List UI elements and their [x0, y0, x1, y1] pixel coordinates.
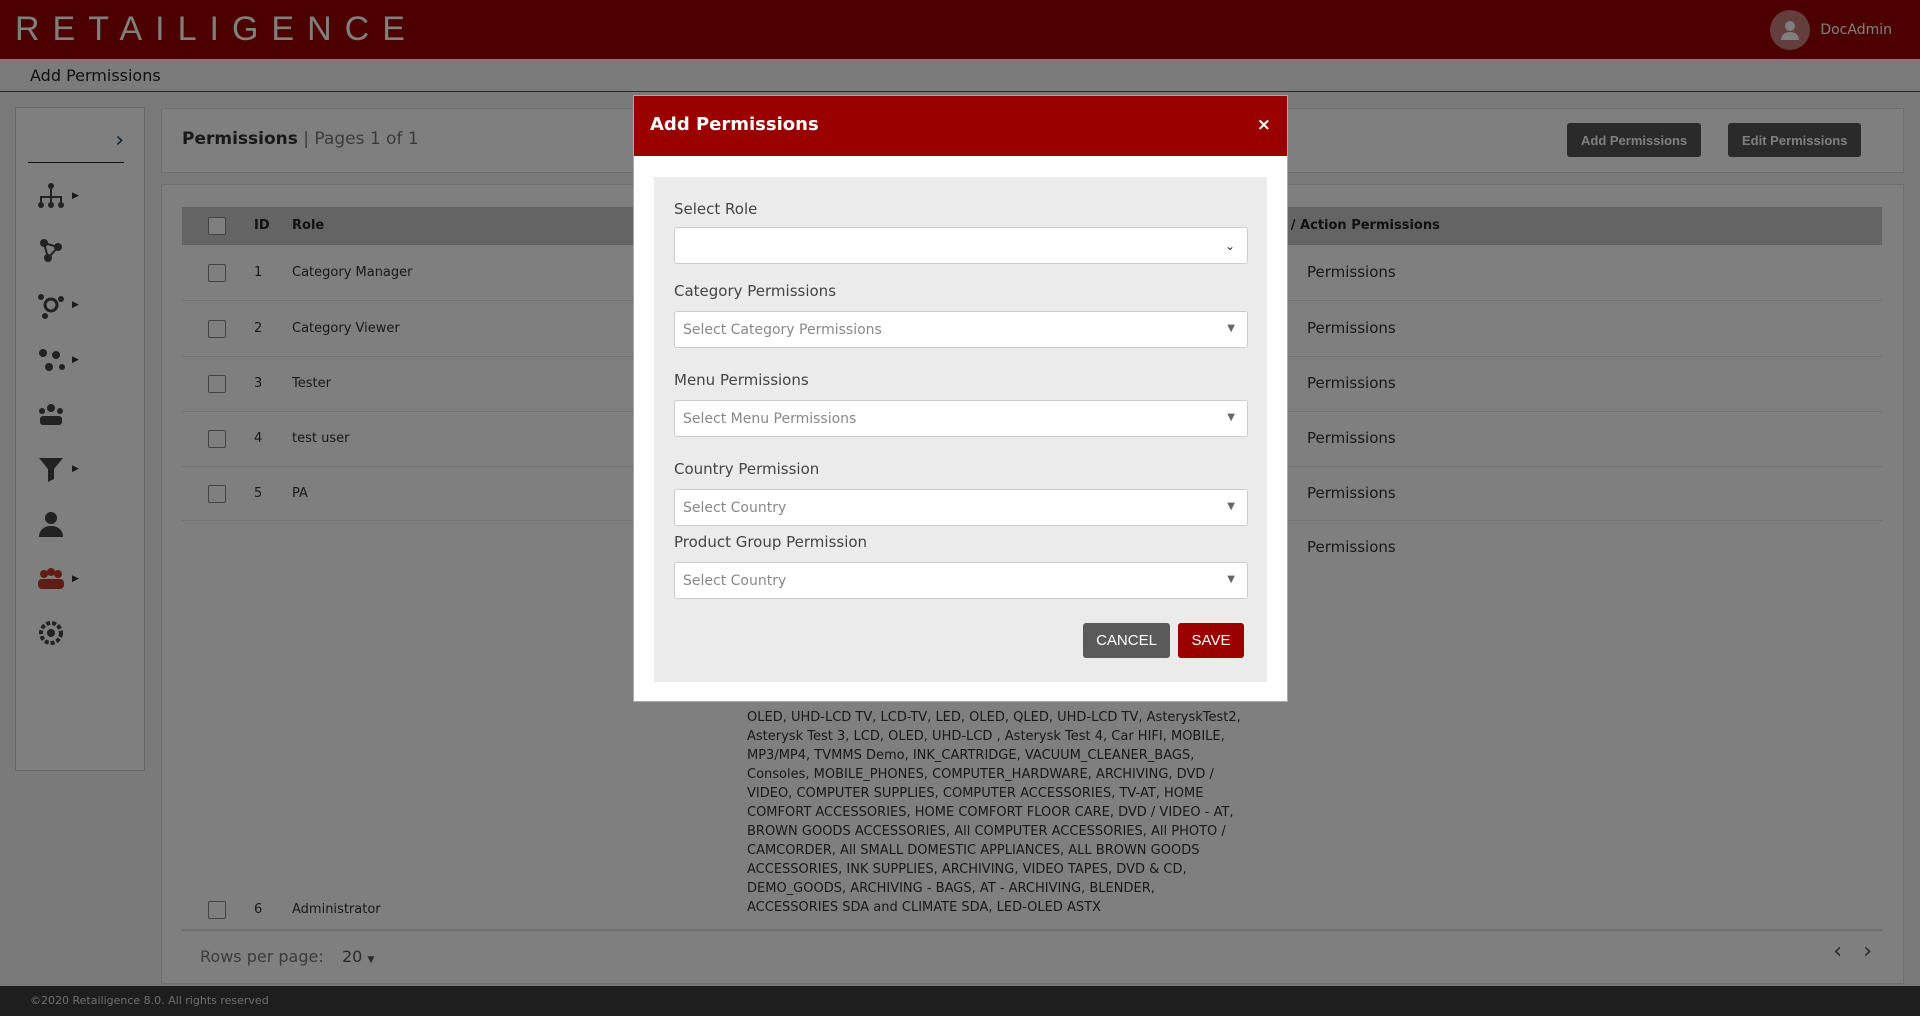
- add-permissions-modal: Add Permissions × Select Role ⌄ Category…: [633, 95, 1288, 702]
- country-permission-label: Country Permission: [674, 460, 820, 478]
- modal-header: Add Permissions ×: [634, 96, 1287, 156]
- product-group-permission-label: Product Group Permission: [674, 533, 868, 551]
- product-group-permission-placeholder: Select Country: [683, 573, 787, 589]
- menu-permissions-placeholder: Select Menu Permissions: [683, 411, 857, 427]
- chevron-down-icon: ⌄: [1224, 239, 1235, 253]
- product-group-permission-select[interactable]: Select Country ▼: [674, 562, 1248, 599]
- save-button[interactable]: SAVE: [1178, 623, 1244, 658]
- menu-permissions-label: Menu Permissions: [674, 371, 809, 389]
- category-permissions-select[interactable]: Select Category Permissions ▼: [674, 311, 1248, 348]
- select-role-label: Select Role: [674, 200, 758, 218]
- caret-down-icon: ▼: [1227, 323, 1235, 334]
- caret-down-icon: ▼: [1227, 574, 1235, 585]
- caret-down-icon: ▼: [1227, 501, 1235, 512]
- close-icon[interactable]: ×: [1257, 115, 1271, 135]
- category-permissions-placeholder: Select Category Permissions: [683, 322, 882, 338]
- country-permission-placeholder: Select Country: [683, 500, 787, 516]
- modal-body: Select Role ⌄ Category Permissions Selec…: [654, 177, 1267, 682]
- select-role-dropdown[interactable]: ⌄: [674, 227, 1248, 264]
- country-permission-select[interactable]: Select Country ▼: [674, 489, 1248, 526]
- caret-down-icon: ▼: [1227, 412, 1235, 423]
- modal-title: Add Permissions: [650, 114, 819, 135]
- cancel-button[interactable]: CANCEL: [1083, 623, 1170, 658]
- category-permissions-label: Category Permissions: [674, 282, 837, 300]
- menu-permissions-select[interactable]: Select Menu Permissions ▼: [674, 400, 1248, 437]
